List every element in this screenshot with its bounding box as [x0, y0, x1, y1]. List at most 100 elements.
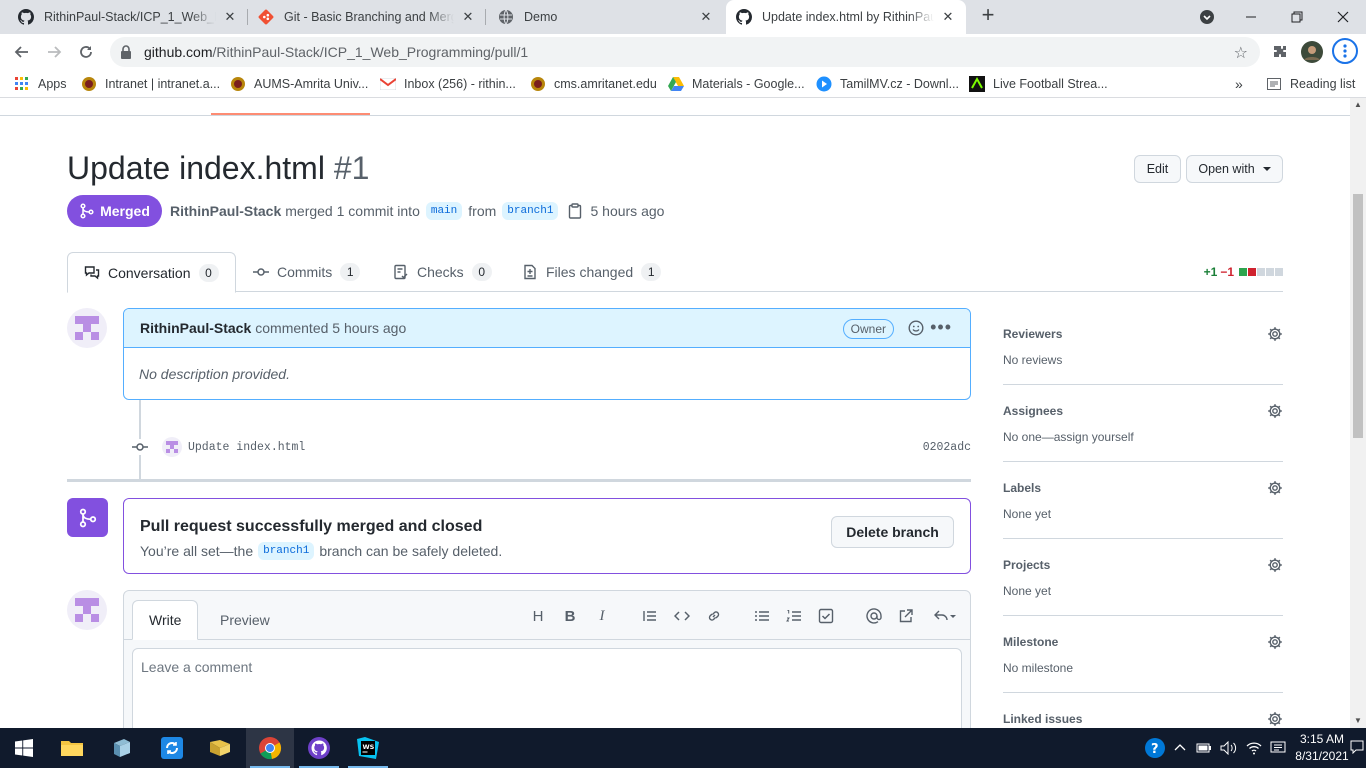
commit-message-link[interactable]: Update index.html [188, 441, 305, 454]
mention-icon[interactable] [862, 605, 886, 627]
close-icon[interactable]: ✕ [698, 9, 714, 25]
open-with-button[interactable]: Open with [1186, 155, 1283, 183]
kebab-horizontal-icon[interactable]: ••• [930, 318, 952, 336]
comment-author-link[interactable]: RithinPaul-Stack [140, 320, 251, 336]
edit-title-button[interactable]: Edit [1134, 155, 1181, 183]
address-bar[interactable]: github.com/RithinPaul-Stack/ICP_1_Web_Pr… [110, 37, 1260, 67]
gear-icon[interactable] [1267, 326, 1283, 345]
sidebar-heading[interactable]: Linked issues [1003, 712, 1082, 726]
extensions-button[interactable] [1268, 40, 1292, 64]
taskbar-app-sync[interactable] [148, 728, 196, 768]
bookmarks-overflow-button[interactable]: » [1235, 75, 1243, 93]
unordered-list-icon[interactable] [750, 605, 774, 627]
avatar[interactable] [67, 308, 107, 348]
taskbar-webstorm[interactable]: WS [344, 728, 392, 768]
lock-icon[interactable] [120, 45, 134, 59]
gear-icon[interactable] [1267, 711, 1283, 728]
gear-icon[interactable] [1267, 557, 1283, 576]
taskbar-github-desktop[interactable] [295, 728, 343, 768]
tab-checks[interactable]: Checks 0 [377, 252, 508, 292]
taskbar-chrome[interactable] [246, 728, 294, 768]
tab-files-changed[interactable]: Files changed 1 [506, 252, 677, 292]
scrollbar-thumb[interactable] [1353, 194, 1363, 438]
bookmark-materials[interactable]: Materials - Google... [668, 75, 805, 93]
browser-tab-git-docs[interactable]: Git - Basic Branching and Merging ✕ [248, 0, 486, 34]
sidebar-heading[interactable]: Labels [1003, 481, 1041, 495]
code-icon[interactable] [670, 605, 694, 627]
tab-conversation[interactable]: Conversation 0 [67, 252, 236, 293]
avatar[interactable] [67, 590, 107, 630]
restore-button[interactable] [1274, 0, 1320, 34]
chevron-up-icon[interactable] [1174, 742, 1186, 754]
reload-button[interactable] [72, 38, 100, 66]
bookmark-apps[interactable]: Apps [14, 75, 67, 93]
italic-icon[interactable]: I [590, 605, 614, 627]
tab-commits[interactable]: Commits 1 [237, 252, 376, 292]
close-icon[interactable]: ✕ [460, 9, 476, 25]
git-commit-icon [253, 268, 269, 276]
volume-icon[interactable] [1220, 741, 1238, 755]
comment-textarea[interactable]: Leave a comment [132, 648, 962, 728]
add-reaction-icon[interactable] [908, 320, 924, 339]
sidebar-heading[interactable]: Reviewers [1003, 327, 1062, 341]
minimize-button[interactable] [1228, 0, 1274, 34]
task-list-icon[interactable] [814, 605, 838, 627]
bold-icon[interactable]: B [558, 605, 582, 627]
bookmark-star-icon[interactable]: ☆ [1234, 43, 1248, 63]
scroll-down-icon[interactable]: ▼ [1350, 714, 1366, 728]
battery-icon[interactable] [1196, 742, 1212, 754]
taskbar-clock[interactable]: 3:15 AM 8/31/2021 [1292, 731, 1352, 765]
link-icon[interactable] [702, 605, 726, 627]
new-tab-button[interactable]: + [976, 4, 1000, 28]
avatar[interactable] [162, 437, 182, 457]
head-branch-link[interactable]: branch1 [502, 202, 559, 220]
comment-timestamp[interactable]: commented 5 hours ago [255, 320, 406, 336]
language-icon[interactable] [1270, 741, 1286, 755]
browser-tab-demo[interactable]: Demo ✕ [488, 0, 724, 34]
gear-icon[interactable] [1267, 480, 1283, 499]
chrome-menu-button[interactable] [1332, 38, 1358, 64]
forward-button[interactable] [40, 38, 68, 66]
pr-author-link[interactable]: RithinPaul-Stack [170, 203, 281, 219]
close-window-button[interactable] [1320, 0, 1366, 34]
sidebar-heading[interactable]: Milestone [1003, 635, 1058, 649]
copy-icon[interactable] [568, 203, 582, 219]
wifi-icon[interactable] [1246, 741, 1262, 755]
page-scrollbar[interactable]: ▲ ▼ [1350, 98, 1366, 728]
profile-avatar[interactable] [1300, 40, 1324, 64]
taskbar-app-folder[interactable] [196, 728, 244, 768]
taskbar-app-windows-tool[interactable] [98, 728, 146, 768]
bookmark-intranet[interactable]: Intranet | intranet.a... [81, 75, 220, 93]
close-icon[interactable]: ✕ [222, 9, 238, 25]
gear-icon[interactable] [1267, 403, 1283, 422]
base-branch-link[interactable]: main [425, 202, 463, 220]
bookmark-tamilmv[interactable]: TamilMV.cz - Downl... [816, 75, 959, 93]
bookmark-football[interactable]: Live Football Strea... [969, 75, 1108, 93]
cross-reference-icon[interactable] [894, 605, 918, 627]
sidebar-heading[interactable]: Assignees [1003, 404, 1063, 418]
scroll-up-icon[interactable]: ▲ [1350, 98, 1366, 112]
sidebar-heading[interactable]: Projects [1003, 558, 1050, 572]
notifications-icon[interactable] [1350, 740, 1364, 757]
back-button[interactable] [8, 38, 36, 66]
taskbar-file-explorer[interactable] [48, 728, 96, 768]
tab-search-button[interactable] [1184, 0, 1230, 34]
gear-icon[interactable] [1267, 634, 1283, 653]
ordered-list-icon[interactable] [782, 605, 806, 627]
bookmark-cms[interactable]: cms.amritanet.edu [530, 75, 657, 93]
close-icon[interactable]: ✕ [940, 9, 956, 25]
quote-icon[interactable] [638, 605, 662, 627]
browser-tab-active-pr[interactable]: Update index.html by RithinPaul-Stack ✕ [726, 0, 966, 34]
start-button[interactable] [0, 728, 48, 768]
browser-tab-repo[interactable]: RithinPaul-Stack/ICP_1_Web_Programming ✕ [8, 0, 248, 34]
heading-icon[interactable]: H [526, 605, 550, 627]
bookmark-aums[interactable]: AUMS-Amrita Univ... [230, 75, 368, 93]
branch-link[interactable]: branch1 [258, 542, 315, 560]
commit-sha-link[interactable]: 0202adc [923, 441, 971, 454]
sidebar-value[interactable]: No one—assign yourself [1003, 430, 1134, 444]
help-icon[interactable]: ? [1144, 737, 1166, 759]
bookmark-gmail[interactable]: Inbox (256) - rithin... [380, 75, 516, 93]
delete-branch-button[interactable]: Delete branch [831, 516, 954, 548]
reply-icon[interactable] [930, 605, 960, 627]
reading-list-button[interactable]: Reading list [1266, 75, 1355, 93]
